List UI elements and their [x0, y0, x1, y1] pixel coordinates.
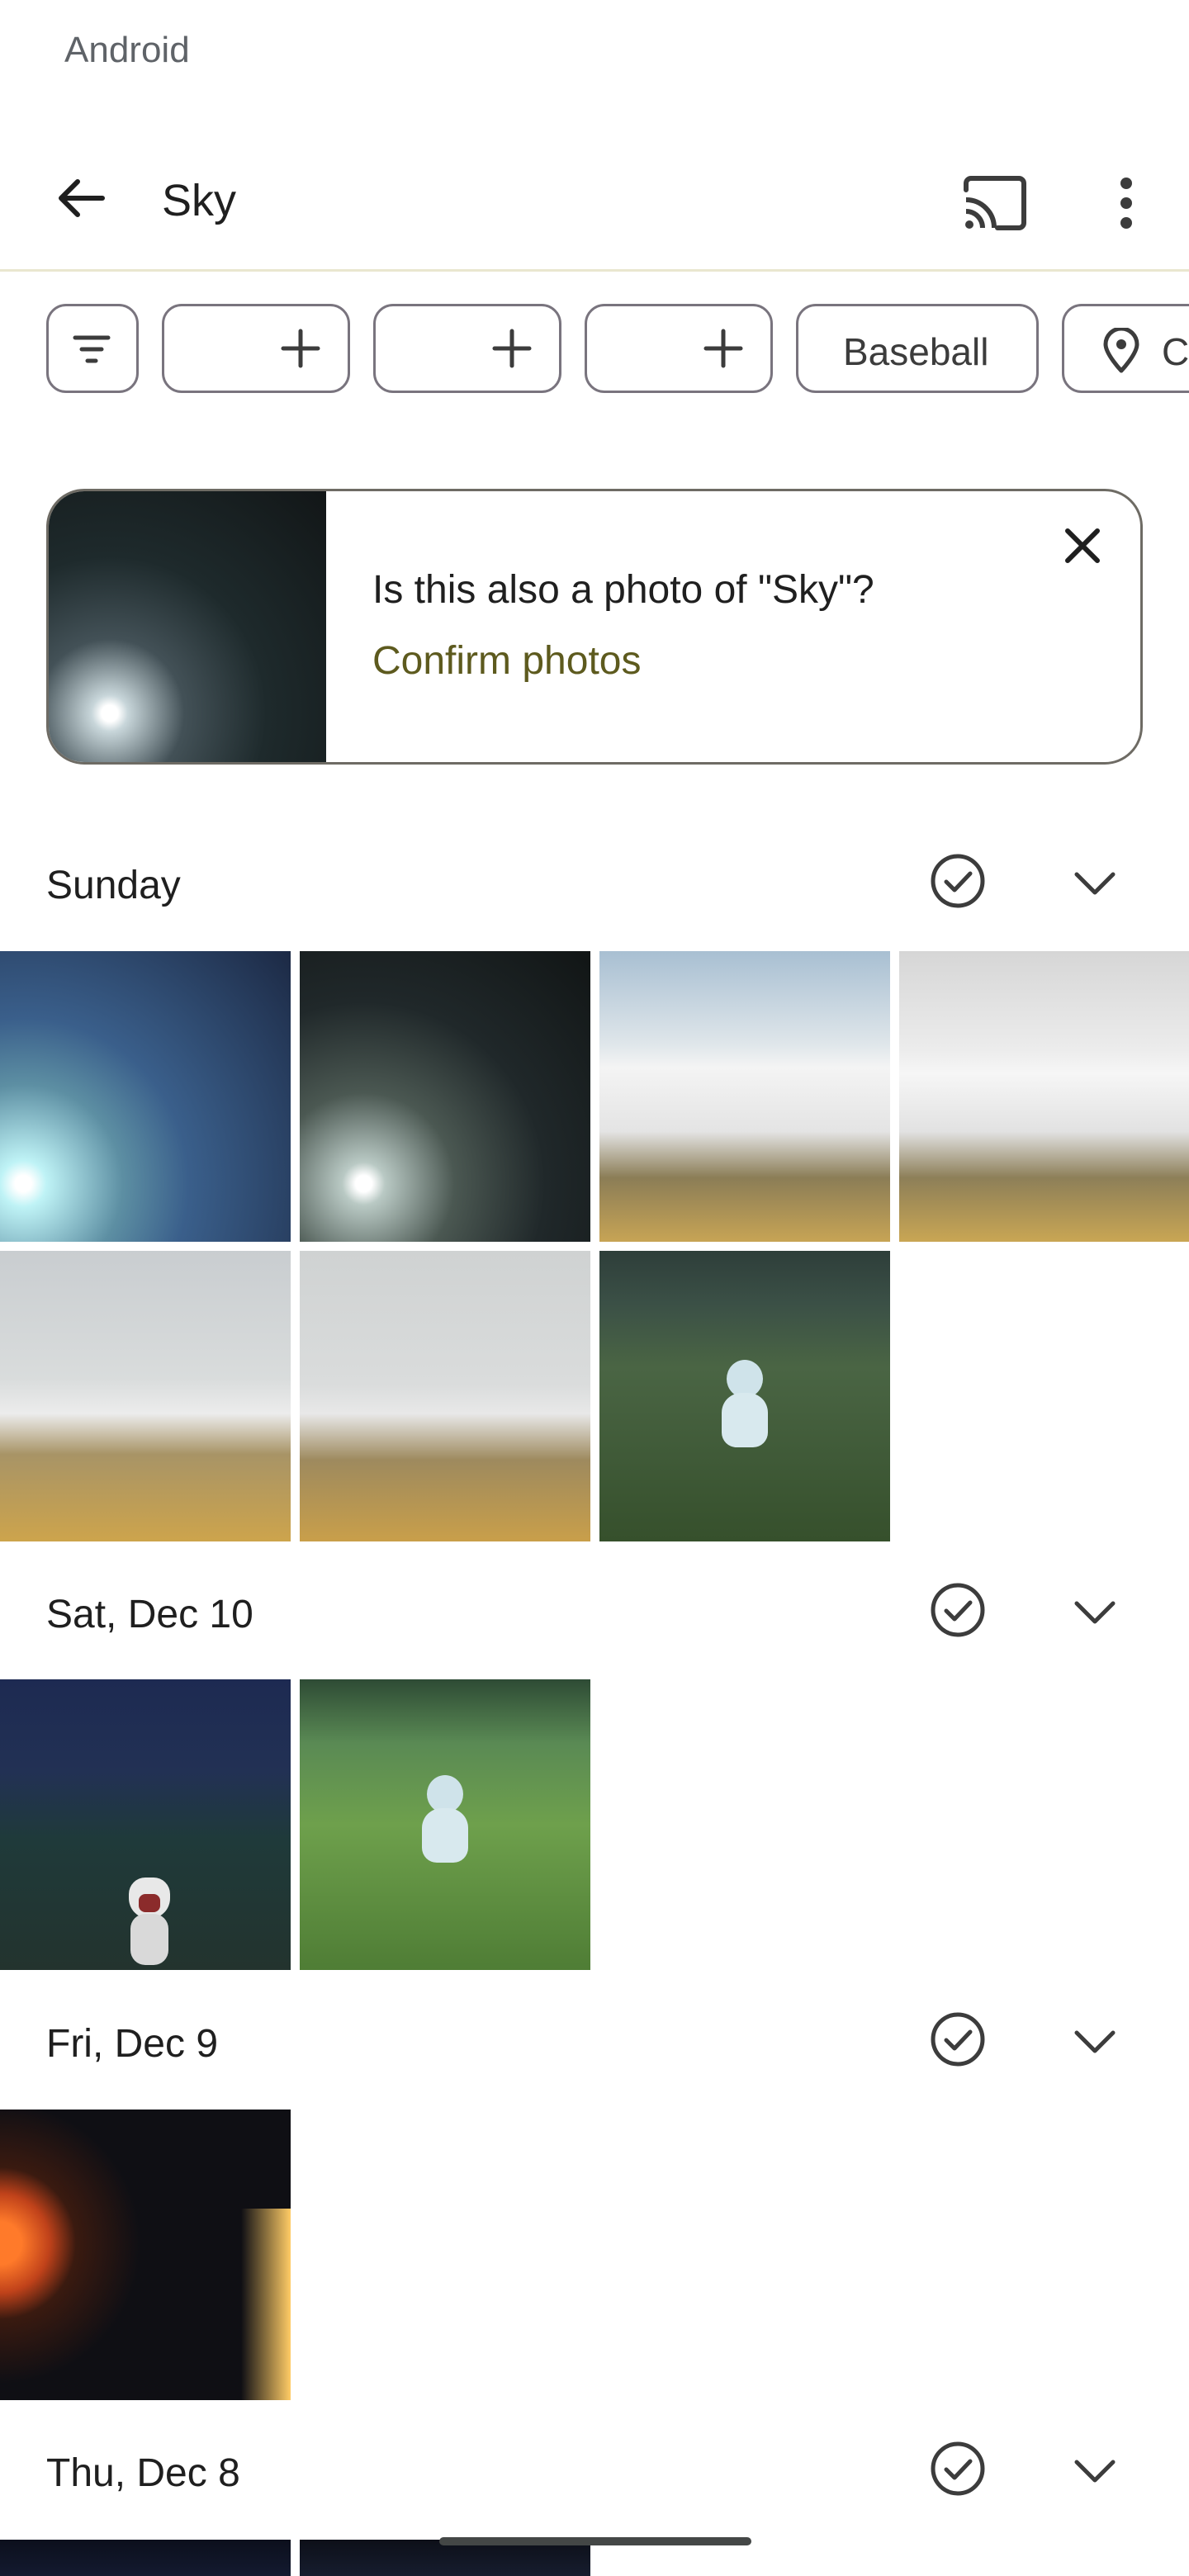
plus-icon — [281, 329, 320, 368]
suggestion-card: Is this also a photo of "Sky"? Confirm p… — [46, 489, 1143, 765]
filter-icon — [73, 335, 111, 363]
baseball-chip-label: Baseball — [843, 330, 989, 373]
photo-thumbnail[interactable] — [0, 1251, 291, 1541]
photo-thumbnail[interactable] — [300, 1251, 590, 1541]
location-chip-label: C — [1162, 330, 1189, 373]
photo-thumbnail[interactable] — [300, 951, 590, 1242]
date-section-header: Sat, Dec 10 — [0, 1560, 1189, 1660]
close-icon[interactable] — [1056, 519, 1109, 572]
photo-thumbnail[interactable] — [300, 1679, 590, 1970]
page-title: Sky — [162, 176, 237, 225]
arrow-back-icon[interactable] — [48, 165, 114, 231]
location-chip[interactable]: C — [1062, 304, 1189, 393]
select-all-check-icon[interactable] — [928, 2010, 988, 2069]
chevron-down-icon[interactable] — [1068, 2444, 1121, 2497]
status-bar: Android — [0, 0, 1189, 107]
location-pin-icon — [1103, 328, 1139, 373]
top-app-bar: Sky — [0, 140, 1189, 264]
filter-chips-row: Baseball C — [0, 304, 1189, 396]
photo-thumbnail[interactable] — [0, 1679, 291, 1970]
select-all-check-icon[interactable] — [928, 2439, 988, 2498]
more-vert-icon[interactable] — [1090, 170, 1156, 236]
person-chip-1[interactable] — [162, 304, 350, 393]
chevron-down-icon[interactable] — [1068, 1585, 1121, 1638]
person-chip-2[interactable] — [373, 304, 561, 393]
cast-icon[interactable] — [958, 170, 1032, 236]
suggestion-photo-thumbnail[interactable] — [49, 491, 326, 762]
gesture-navigation-bar[interactable] — [439, 2537, 751, 2545]
person-chip-3[interactable] — [585, 304, 773, 393]
creature-figure — [712, 1360, 778, 1459]
photo-thumbnail[interactable] — [0, 2540, 291, 2576]
date-section-header: Sunday — [0, 831, 1189, 930]
plus-icon — [703, 329, 743, 368]
chevron-down-icon[interactable] — [1068, 856, 1121, 909]
status-bar-label: Android — [64, 30, 190, 70]
photo-thumbnail[interactable] — [599, 1251, 890, 1541]
photo-thumbnail[interactable] — [0, 951, 291, 1242]
plus-icon — [492, 329, 532, 368]
date-label: Thu, Dec 8 — [46, 2451, 240, 2495]
chevron-down-icon[interactable] — [1068, 2015, 1121, 2067]
confirm-photos-link[interactable]: Confirm photos — [372, 638, 641, 684]
creature-figure — [124, 1878, 175, 1967]
date-label: Sunday — [46, 864, 181, 907]
photo-thumbnail[interactable] — [599, 951, 890, 1242]
baseball-chip[interactable]: Baseball — [796, 304, 1039, 393]
date-label: Fri, Dec 9 — [46, 2022, 219, 2066]
date-label: Sat, Dec 10 — [46, 1593, 253, 1636]
photo-thumbnail[interactable] — [899, 951, 1189, 1242]
filter-chip[interactable] — [46, 304, 139, 393]
date-section-header: Thu, Dec 8 — [0, 2419, 1189, 2518]
date-section-header: Fri, Dec 9 — [0, 1990, 1189, 2089]
app-bar-divider — [0, 269, 1189, 272]
select-all-check-icon[interactable] — [928, 851, 988, 911]
photo-thumbnail[interactable] — [0, 2110, 291, 2400]
suggestion-question: Is this also a photo of "Sky"? — [372, 568, 874, 612]
select-all-check-icon[interactable] — [928, 1580, 988, 1640]
creature-figure — [412, 1775, 478, 1874]
